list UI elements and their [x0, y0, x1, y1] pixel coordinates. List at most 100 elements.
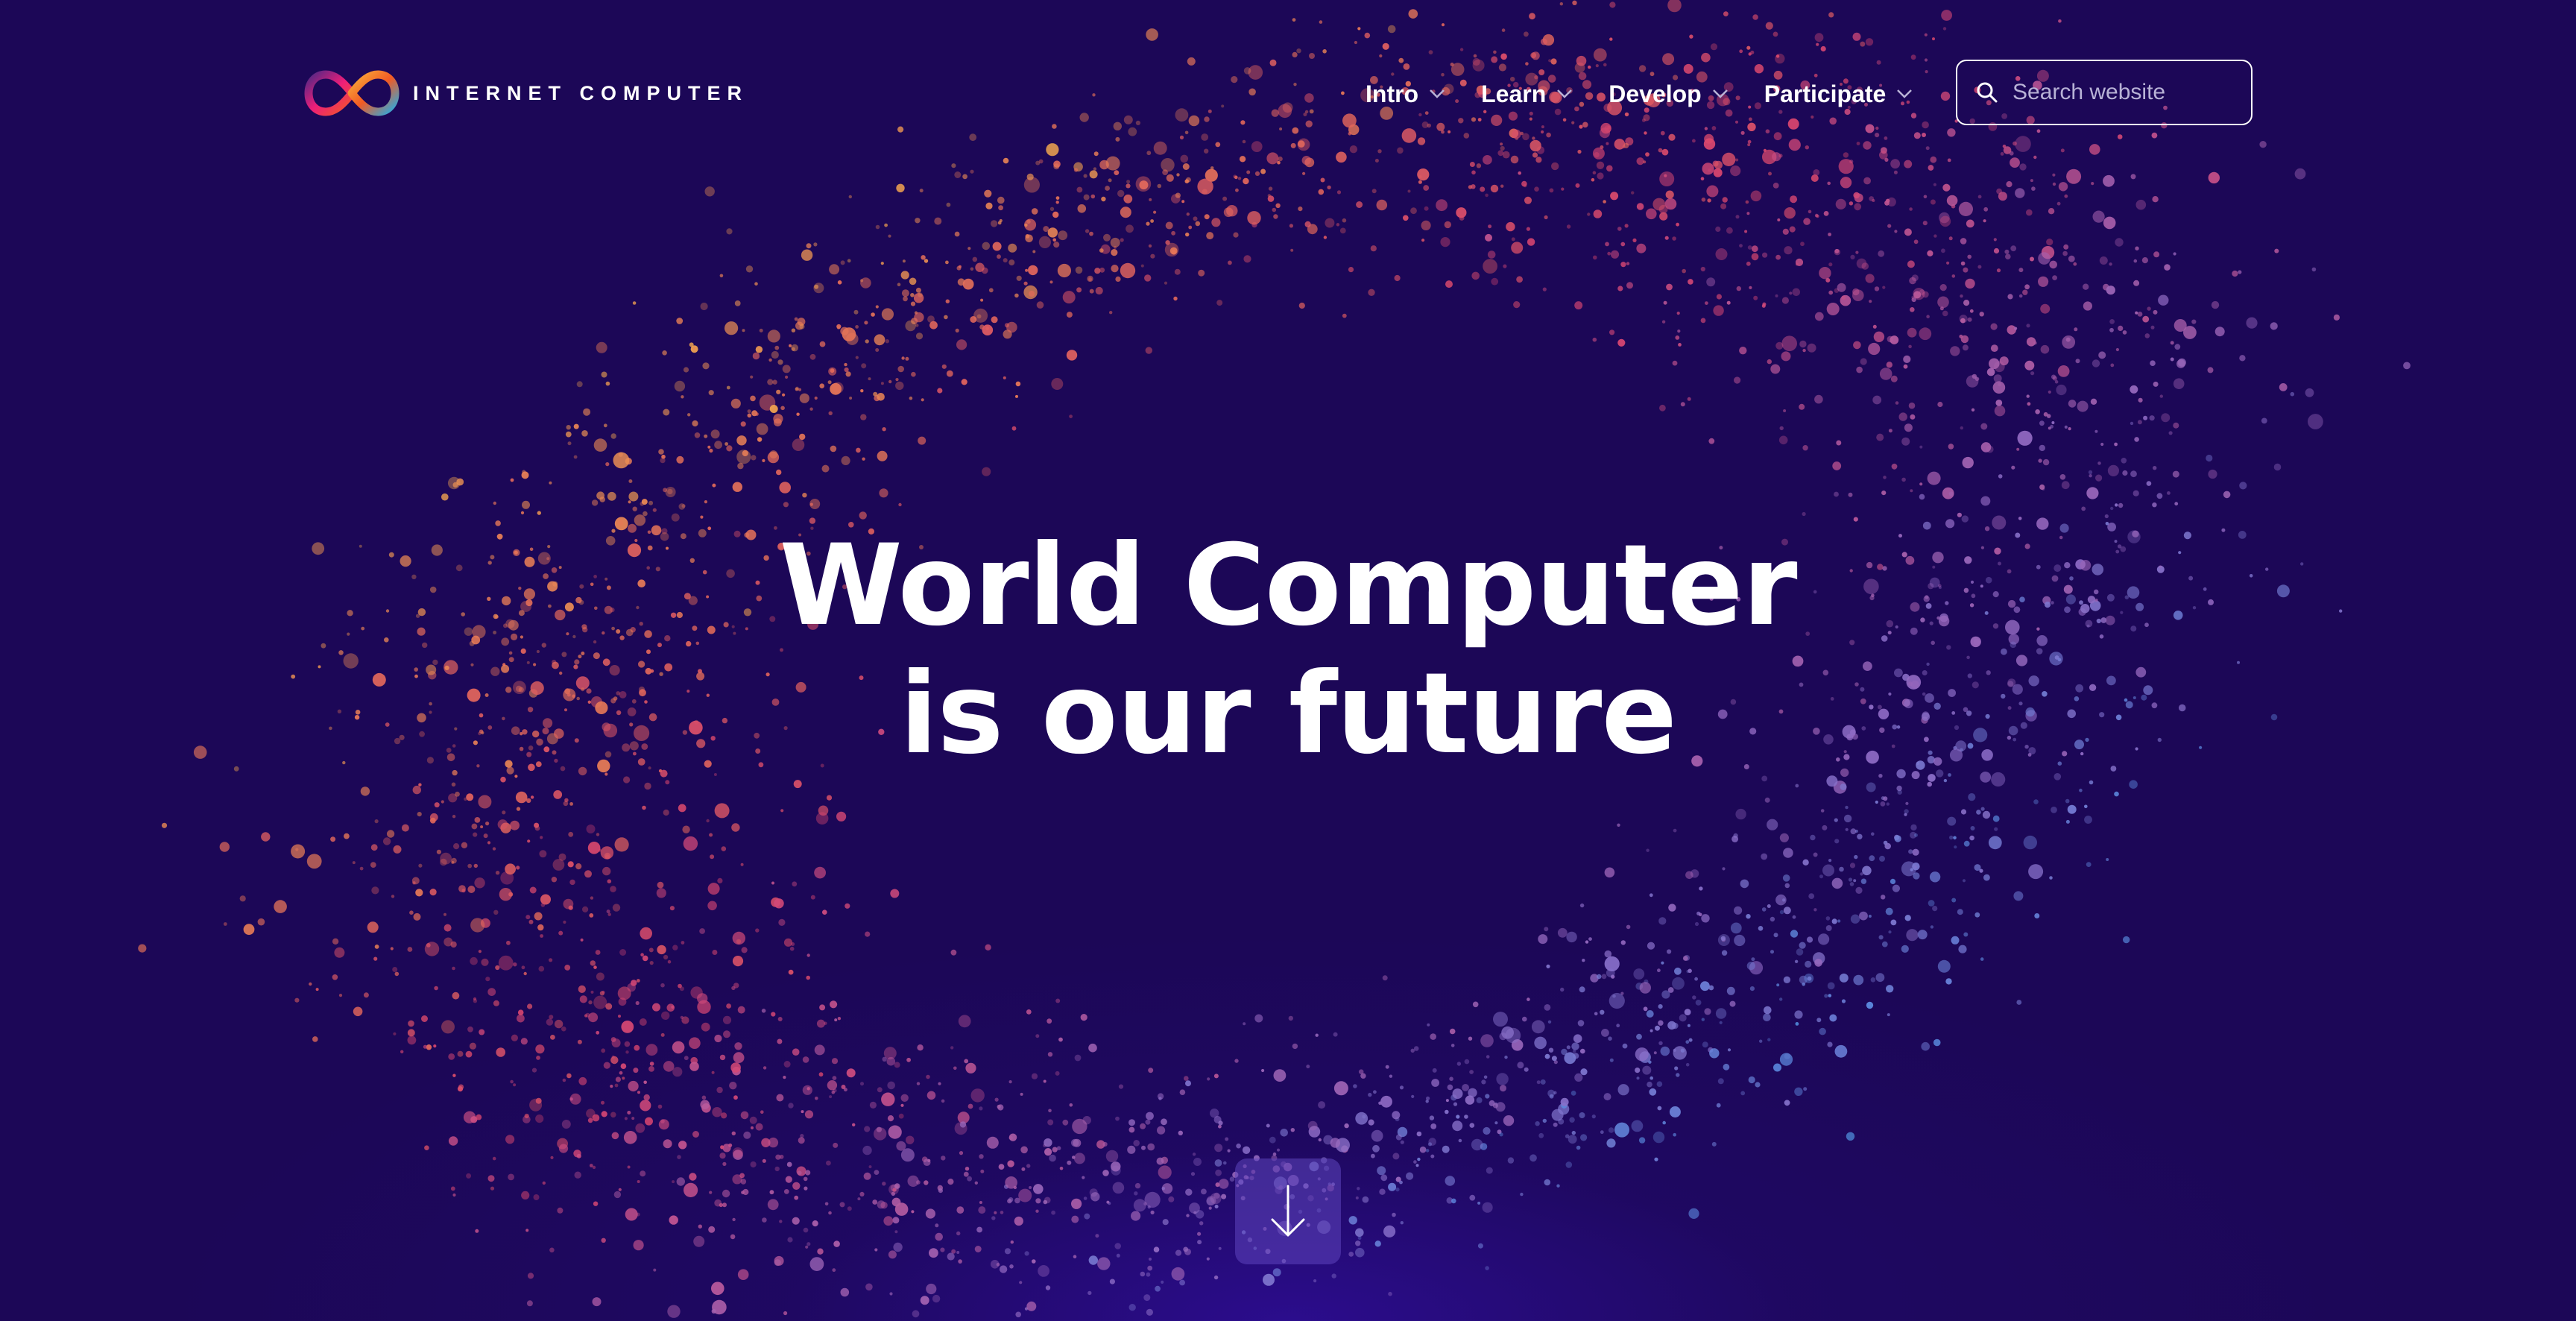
brand-logo-link[interactable]: INTERNET COMPUTER [303, 67, 748, 119]
particle-dot [751, 455, 757, 461]
search-box[interactable] [1956, 60, 2253, 125]
particle-dot [1647, 942, 1655, 950]
particle-dot [1292, 1043, 1298, 1050]
particle-dot [1243, 1022, 1246, 1026]
particle-dot [1962, 344, 1969, 351]
particle-dot [1911, 771, 1920, 780]
particle-dot [860, 414, 867, 420]
nav-item-intro[interactable]: Intro [1366, 81, 1445, 108]
search-input[interactable] [2012, 80, 2236, 105]
particle-dot [564, 798, 569, 803]
particle-dot [1926, 662, 1930, 666]
scroll-down-button[interactable] [1235, 1158, 1341, 1264]
particle-dot [872, 1199, 878, 1205]
particle-dot [1521, 180, 1527, 187]
particle-dot [663, 954, 669, 960]
particle-dot [1958, 201, 1973, 216]
particle-dot [1849, 640, 1855, 646]
particle-dot [692, 420, 698, 427]
particle-dot [780, 809, 784, 813]
particle-dot [1981, 749, 1993, 761]
particle-dot [2028, 747, 2036, 755]
particle-dot [911, 1210, 915, 1214]
particle-dot [655, 567, 660, 572]
particle-dot [2106, 675, 2116, 686]
particle-dot [1522, 1016, 1527, 1022]
particle-dot [1850, 254, 1855, 259]
particle-dot [574, 659, 580, 665]
particle-dot [915, 332, 924, 340]
particle-dot [1706, 277, 1716, 287]
particle-dot [839, 1202, 845, 1208]
particle-dot [1577, 149, 1582, 154]
particle-dot [730, 1062, 741, 1073]
particle-dot [1421, 239, 1425, 242]
particle-dot [965, 1167, 970, 1171]
particle-dot [684, 1182, 698, 1197]
particle-dot [805, 1245, 809, 1249]
particle-dot [1342, 113, 1357, 128]
particle-dot [2091, 182, 2094, 186]
particle-dot [1878, 935, 1884, 940]
particle-dot [1377, 149, 1382, 154]
particle-dot [1818, 933, 1830, 945]
particle-dot [1610, 192, 1619, 201]
particle-dot [1362, 1196, 1369, 1203]
particle-dot [2206, 454, 2213, 462]
particle-dot [792, 438, 805, 451]
particle-dot [645, 1044, 658, 1056]
particle-dot [557, 1207, 564, 1214]
particle-dot [1779, 1053, 1793, 1066]
particle-dot [588, 1012, 599, 1023]
particle-dot [1731, 835, 1739, 842]
particle-dot [508, 657, 514, 663]
particle-dot [1424, 206, 1429, 211]
nav-item-develop[interactable]: Develop [1609, 81, 1728, 108]
particle-dot [757, 437, 763, 442]
particle-dot [450, 941, 457, 948]
particle-dot [614, 1083, 619, 1088]
particle-dot [1580, 1134, 1588, 1141]
particle-dot [2016, 447, 2020, 451]
particle-dot [2183, 326, 2197, 339]
particle-dot [925, 1208, 935, 1219]
particle-dot [1933, 183, 1936, 186]
particle-dot [2033, 799, 2039, 804]
particle-dot [1588, 937, 1592, 941]
nav-item-learn[interactable]: Learn [1481, 81, 1573, 108]
particle-dot [2097, 461, 2101, 465]
particle-dot [1444, 221, 1452, 229]
particle-dot [1687, 1024, 1690, 1027]
particle-dot [583, 408, 591, 416]
particle-dot [657, 881, 664, 889]
particle-dot [567, 441, 572, 446]
particle-dot [1233, 174, 1237, 179]
particle-dot [1951, 274, 1956, 278]
particle-dot [1707, 198, 1711, 203]
particle-dot [1764, 1006, 1772, 1015]
particle-dot [2146, 481, 2152, 486]
particle-dot [2156, 493, 2163, 499]
particle-dot [661, 1011, 670, 1021]
chevron-down-icon [1557, 89, 1573, 98]
nav-item-label: Intro [1366, 80, 1419, 107]
particle-dot [409, 910, 414, 915]
particle-dot [2080, 604, 2090, 614]
particle-dot [709, 833, 713, 837]
particle-dot [1783, 848, 1793, 858]
particle-dot [1937, 296, 1949, 309]
particle-dot [1153, 210, 1157, 214]
particle-dot [1949, 748, 1963, 762]
particle-dot [644, 700, 648, 704]
particle-dot [1588, 65, 1591, 69]
particle-dot [1371, 1153, 1375, 1158]
particle-dot [1161, 1280, 1164, 1284]
nav-item-participate[interactable]: Participate [1764, 81, 1913, 108]
particle-dot [243, 924, 255, 936]
particle-dot [1814, 394, 1823, 404]
particle-dot [2261, 417, 2267, 424]
particle-dot [1963, 840, 1970, 847]
particle-dot [882, 1056, 887, 1062]
particle-dot [564, 602, 574, 612]
particle-dot [733, 983, 739, 989]
